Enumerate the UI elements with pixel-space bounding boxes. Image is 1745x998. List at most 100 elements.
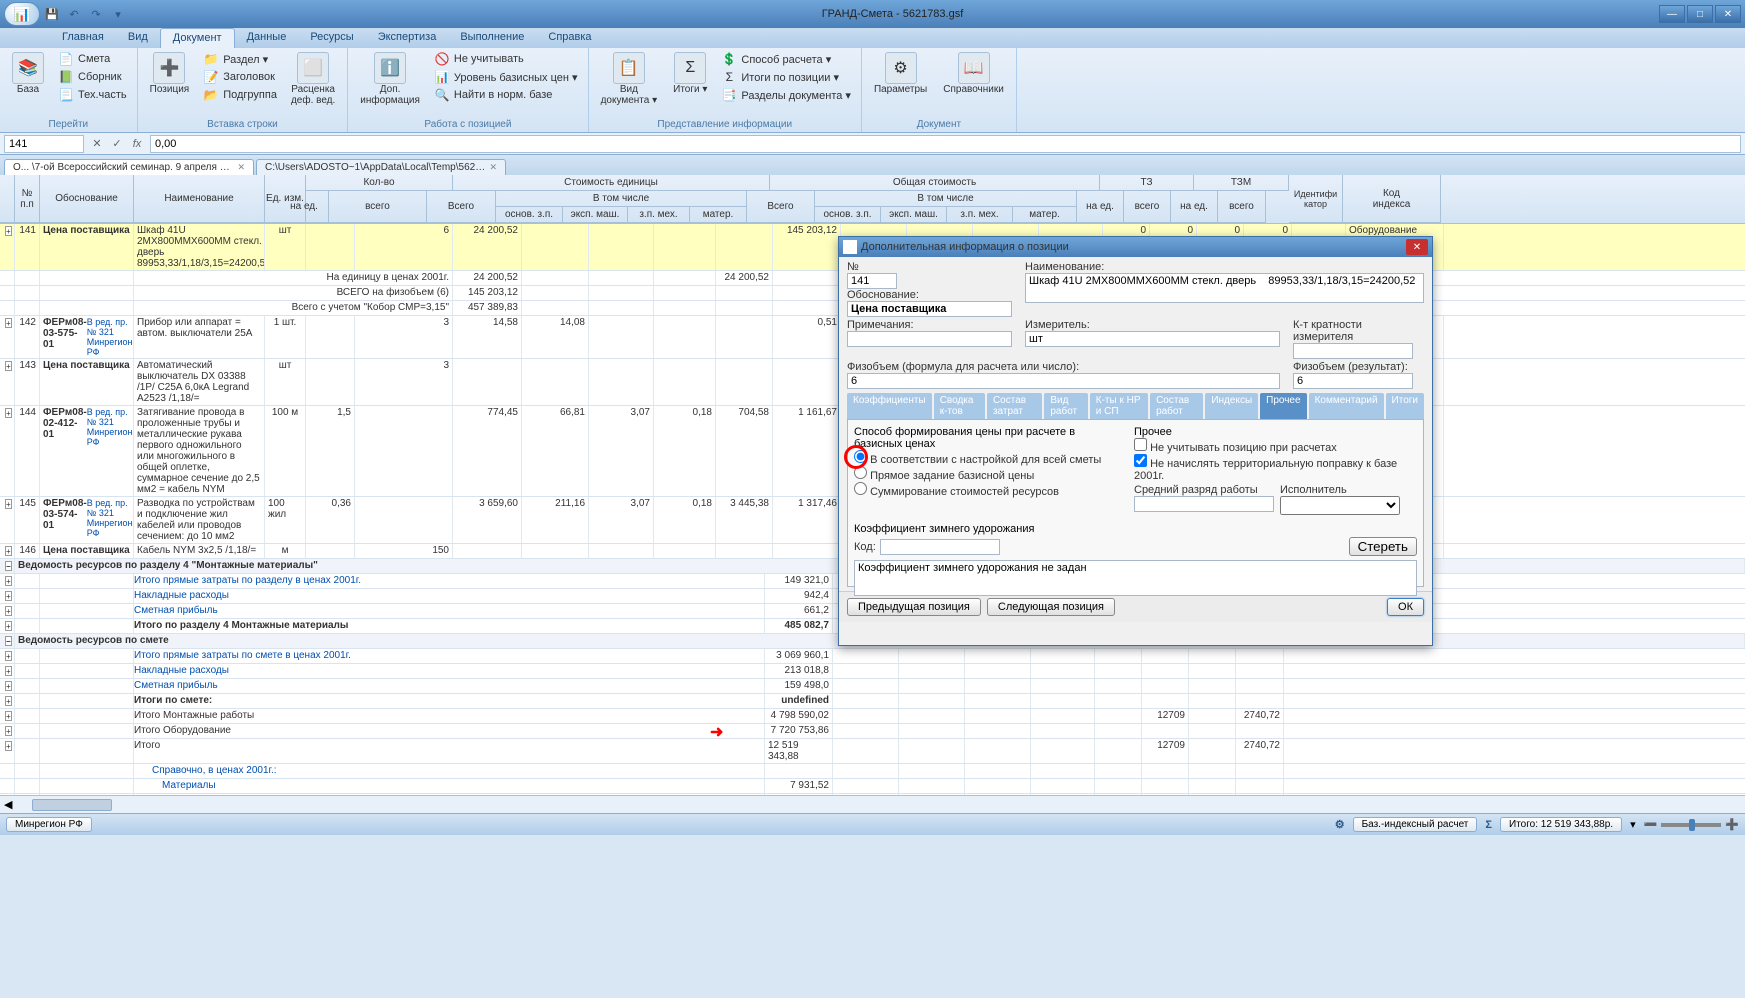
grid-cell[interactable] [40,619,134,633]
grid-cell[interactable]: + [0,604,15,618]
dialog-tab[interactable]: Прочее [1260,393,1306,419]
grid-cell[interactable]: Затягивание провода в проложенные трубы … [134,406,265,496]
grid-cell[interactable]: 774,45 [453,406,522,496]
ribbon-tab[interactable]: Экспертиза [366,28,449,48]
grid-cell[interactable] [0,301,15,315]
grid-cell[interactable] [40,694,134,708]
grid-cell[interactable] [15,779,40,793]
close-button[interactable]: ✕ [1715,5,1741,23]
grid-cell[interactable]: + [0,694,15,708]
grid-cell[interactable]: 6 [355,224,453,270]
table-row[interactable]: Машины и механизмы385 965,73 [0,794,1745,795]
ribbon-button[interactable]: 📗Сборник [54,68,131,86]
grid-cell[interactable] [716,286,773,300]
grid-cell[interactable] [40,724,134,738]
grid-cell[interactable]: 14,58 [453,316,522,358]
grid-cell[interactable]: Итого прямые затраты по разделу в ценах … [134,574,765,588]
ribbon-tab[interactable]: Выполнение [448,28,536,48]
grid-cell[interactable]: 100 м [265,406,306,496]
grid-cell[interactable] [1189,794,1236,795]
expander-icon[interactable]: + [5,741,12,751]
col-se-eksp[interactable]: эксп. маш. [563,207,628,223]
input-izmeritel[interactable] [1025,331,1280,347]
grid-cell[interactable]: 3 659,60 [453,497,522,543]
minimize-button[interactable]: — [1659,5,1685,23]
grid-cell[interactable] [589,301,654,315]
grid-cell[interactable] [1189,724,1236,738]
grid-cell[interactable] [40,764,134,778]
ribbon-button[interactable]: 🚫Не учитывать [430,50,582,68]
expander-icon[interactable]: + [5,681,12,691]
grid-cell[interactable] [654,544,716,558]
grid-cell[interactable] [355,406,453,496]
grid-cell[interactable] [522,286,589,300]
fx-icon[interactable]: fx [128,135,146,153]
col-os-osnov[interactable]: основ. з.п. [815,207,881,223]
grid-cell[interactable] [1236,779,1284,793]
redo-icon[interactable]: ↷ [88,6,104,22]
col-tzm[interactable]: ТЗМ [1194,175,1289,191]
expander-icon[interactable]: + [5,591,12,601]
grid-cell[interactable] [15,649,40,663]
grid-cell[interactable] [965,779,1031,793]
grid-cell[interactable] [589,316,654,358]
grid-cell[interactable]: 145 203,12 [453,286,522,300]
grid-cell[interactable] [0,271,15,285]
grid-cell[interactable]: ФЕРм08-03-574-01В ред. пр. № 321Минрегио… [40,497,134,543]
grid-cell[interactable] [1189,764,1236,778]
dialog-tab[interactable]: Комментарий [1309,393,1384,419]
grid-cell[interactable]: 1 317,46 [773,497,841,543]
expander-icon[interactable]: + [5,576,12,586]
grid-cell[interactable] [1189,694,1236,708]
expander-icon[interactable]: + [5,726,12,736]
grid-cell[interactable] [1031,664,1095,678]
grid-cell[interactable]: 159 498,0 [765,679,833,693]
grid-cell[interactable]: 3,07 [589,497,654,543]
dialog-tab[interactable]: Итоги [1386,393,1424,419]
grid-cell[interactable]: шт [265,224,306,270]
ribbon-tab[interactable]: Документ [160,28,235,48]
grid-cell[interactable] [899,739,965,763]
app-menu-orb[interactable]: 📊 [4,2,40,26]
grid-cell[interactable] [899,679,965,693]
zoom-out-icon[interactable]: ➖ [1644,818,1658,831]
grid-cell[interactable] [899,649,965,663]
col-num[interactable]: № п.п [15,175,40,223]
ribbon-button[interactable]: 📝Заголовок [199,68,281,86]
radio-from-settings[interactable] [854,450,867,463]
next-position-button[interactable]: Следующая позиция [987,598,1115,616]
horizontal-scrollbar[interactable]: ◀ [0,795,1745,813]
grid-cell[interactable] [1236,649,1284,663]
grid-cell[interactable] [1031,724,1095,738]
grid-cell[interactable]: Итого прямые затраты по смете в ценах 20… [134,649,765,663]
grid-cell[interactable] [899,764,965,778]
grid-cell[interactable] [453,359,522,405]
grid-cell[interactable] [15,724,40,738]
grid-cell[interactable]: 100 жил [265,497,306,543]
col-se-osnov[interactable]: основ. з.п. [496,207,563,223]
grid-cell[interactable] [965,739,1031,763]
grid-cell[interactable]: 3,07 [589,406,654,496]
dialog-tab[interactable]: Состав работ [1150,393,1203,419]
grid-cell[interactable] [40,589,134,603]
grid-cell[interactable] [306,544,355,558]
grid-cell[interactable] [716,544,773,558]
close-tab-icon[interactable]: ✕ [489,162,497,173]
grid-cell[interactable] [15,764,40,778]
grid-cell[interactable]: 704,58 [716,406,773,496]
grid-cell[interactable] [15,679,40,693]
grid-cell[interactable] [1095,794,1142,795]
grid-cell[interactable] [589,286,654,300]
grid-cell[interactable] [15,694,40,708]
ribbon-button[interactable]: 📋Вид документа ▾ [595,50,664,108]
ribbon-button[interactable]: ℹ️Доп. информация [354,50,426,108]
grid-cell[interactable]: Итоги по смете: [134,694,765,708]
grid-cell[interactable] [716,301,773,315]
grid-cell[interactable] [1095,779,1142,793]
grid-cell[interactable]: 142 [15,316,40,358]
grid-cell[interactable] [833,779,899,793]
document-tab[interactable]: C:\Users\ADOSTO~1\AppData\Local\Temp\562… [256,159,506,175]
grid-cell[interactable] [1095,709,1142,723]
grid-cell[interactable] [899,794,965,795]
grid-cell[interactable]: Итого Оборудование [134,724,765,738]
